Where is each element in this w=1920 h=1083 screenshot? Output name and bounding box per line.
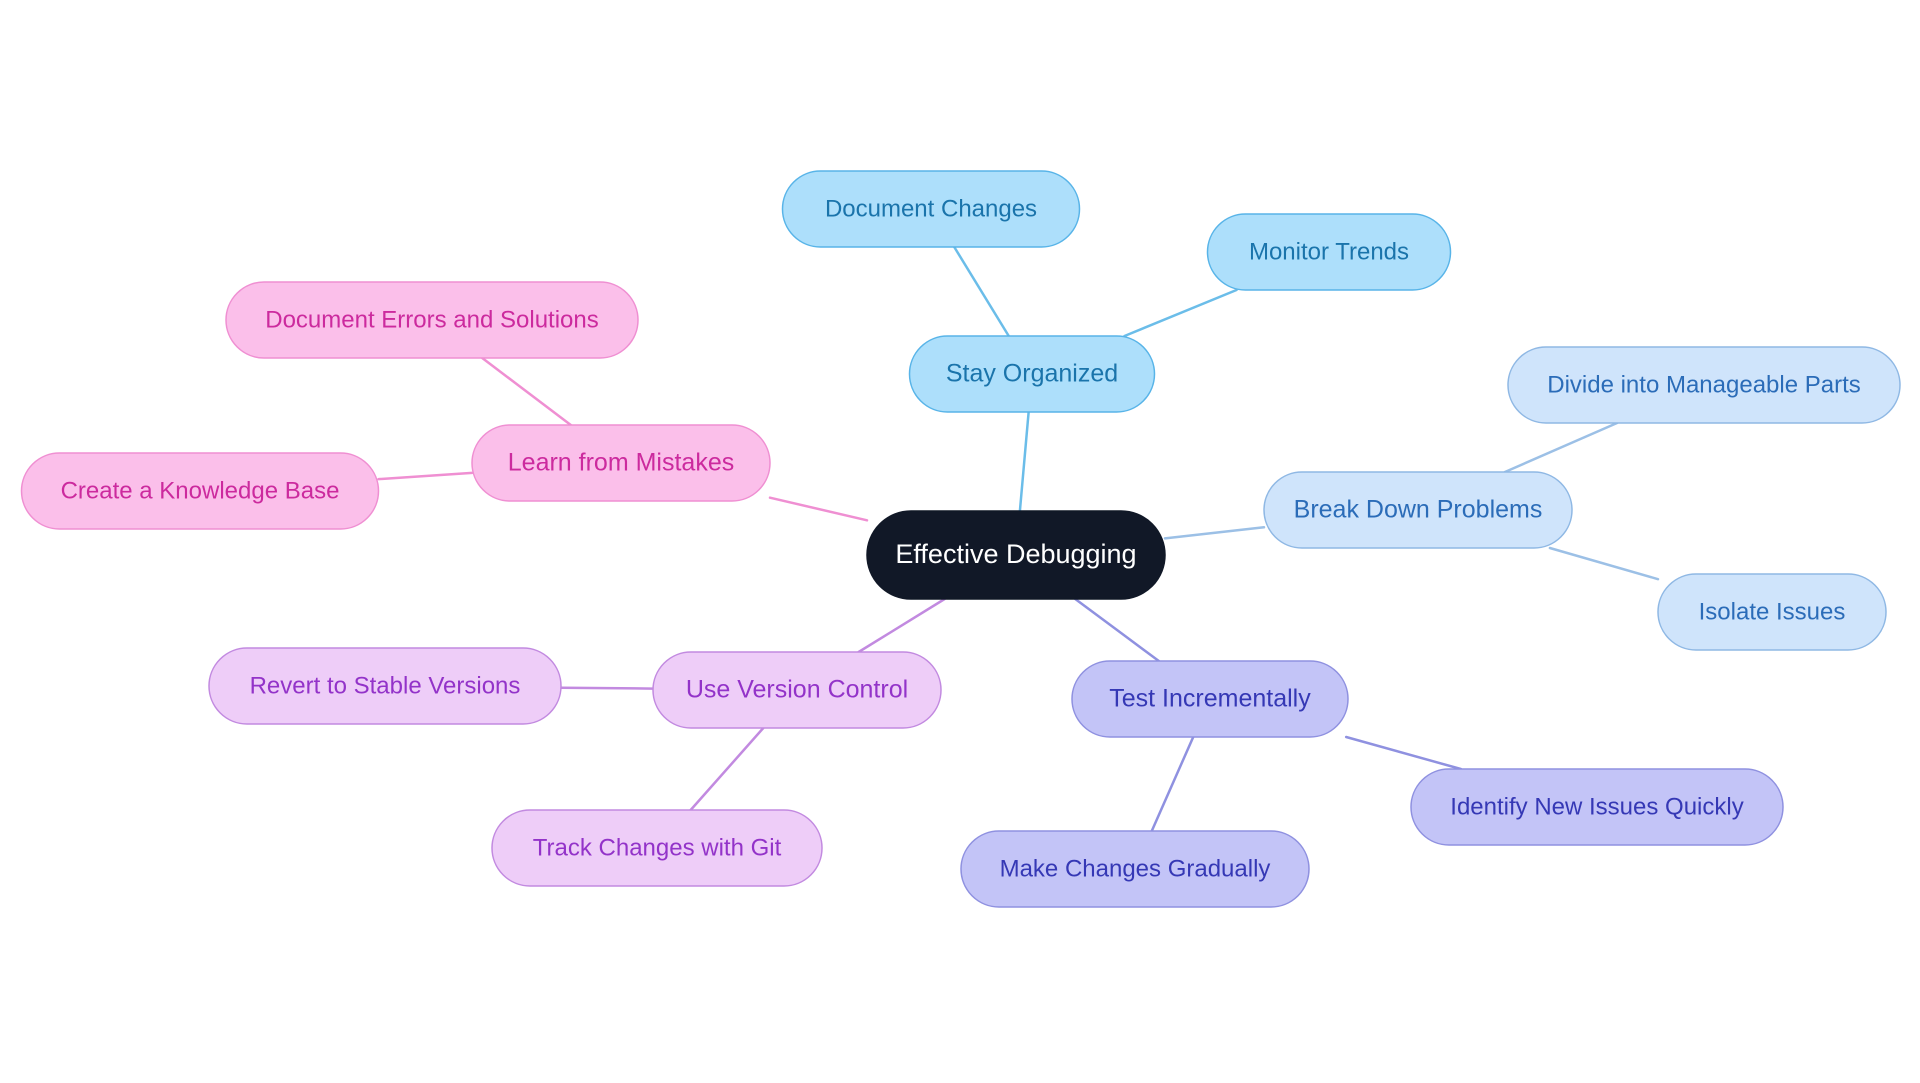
node-track-changes-with-git-label: Track Changes with Git: [533, 834, 782, 861]
node-break-down-problems[interactable]: Break Down Problems: [1263, 471, 1573, 549]
node-revert-to-stable-versions-label: Revert to Stable Versions: [250, 672, 521, 699]
node-identify-new-issues-quickly-label: Identify New Issues Quickly: [1450, 793, 1743, 820]
edge-use-version-control-to-revert-to-stable-versions: [559, 686, 655, 690]
node-document-errors-and-solutions[interactable]: Document Errors and Solutions: [225, 281, 639, 359]
node-document-errors-and-solutions-label: Document Errors and Solutions: [265, 306, 599, 333]
node-use-version-control[interactable]: Use Version Control: [652, 651, 942, 729]
mind-map-diagram: Document Changes Monitor Trends Stay Organ…: [0, 0, 1920, 1083]
node-track-changes-with-git[interactable]: Track Changes with Git: [491, 809, 823, 887]
node-create-a-knowledge-base[interactable]: Create a Knowledge Base: [20, 452, 380, 530]
nodes-layer: Document Changes Monitor Trends Stay Organ…: [20, 170, 1901, 908]
node-monitor-trends-label: Monitor Trends: [1249, 238, 1409, 265]
node-test-incrementally[interactable]: Test Incrementally: [1071, 660, 1349, 738]
node-break-down-problems-label: Break Down Problems: [1294, 496, 1543, 524]
node-divide-into-manageable-parts-label: Divide into Manageable Parts: [1547, 371, 1861, 398]
node-make-changes-gradually[interactable]: Make Changes Gradually: [960, 830, 1310, 908]
edge-use-version-control-to-track-changes-with-git: [689, 726, 765, 812]
node-document-changes[interactable]: Document Changes: [781, 170, 1081, 248]
edge-root-to-stay-organized: [1018, 410, 1030, 513]
node-divide-into-manageable-parts[interactable]: Divide into Manageable Parts: [1507, 346, 1901, 424]
node-test-incrementally-label: Test Incrementally: [1109, 685, 1311, 713]
edge-root-to-test-incrementally: [1074, 597, 1161, 663]
edge-learn-from-mistakes-to-document-errors-and-solutions: [480, 356, 573, 427]
node-make-changes-gradually-label: Make Changes Gradually: [1000, 855, 1271, 882]
edge-break-down-problems-to-divide-into-manageable-parts: [1503, 421, 1619, 474]
node-document-changes-label: Document Changes: [825, 195, 1037, 222]
mind-map-canvas: Document Changes Monitor Trends Stay Organ…: [20, 170, 1901, 908]
edge-stay-organized-to-document-changes: [953, 245, 1010, 338]
node-root[interactable]: Effective Debugging: [866, 510, 1166, 600]
node-monitor-trends[interactable]: Monitor Trends: [1206, 213, 1452, 291]
node-identify-new-issues-quickly[interactable]: Identify New Issues Quickly: [1410, 768, 1784, 846]
node-use-version-control-label: Use Version Control: [686, 676, 908, 704]
node-isolate-issues[interactable]: Isolate Issues: [1657, 573, 1887, 651]
node-stay-organized[interactable]: Stay Organized: [908, 335, 1156, 413]
node-create-a-knowledge-base-label: Create a Knowledge Base: [61, 477, 340, 504]
node-revert-to-stable-versions[interactable]: Revert to Stable Versions: [208, 647, 562, 725]
edge-test-incrementally-to-identify-new-issues-quickly: [1344, 735, 1463, 771]
edge-root-to-learn-from-mistakes: [768, 496, 869, 522]
edge-root-to-break-down-problems: [1163, 525, 1266, 540]
edge-learn-from-mistakes-to-create-a-knowledge-base: [377, 471, 474, 481]
node-learn-from-mistakes[interactable]: Learn from Mistakes: [471, 424, 771, 502]
edge-break-down-problems-to-isolate-issues: [1548, 546, 1660, 581]
edge-root-to-use-version-control: [857, 597, 946, 654]
edge-test-incrementally-to-make-changes-gradually: [1150, 735, 1195, 833]
node-learn-from-mistakes-label: Learn from Mistakes: [508, 449, 734, 477]
edge-stay-organized-to-monitor-trends: [1123, 288, 1238, 338]
node-stay-organized-label: Stay Organized: [946, 360, 1118, 388]
node-root-label: Effective Debugging: [895, 539, 1136, 569]
node-isolate-issues-label: Isolate Issues: [1699, 598, 1846, 625]
